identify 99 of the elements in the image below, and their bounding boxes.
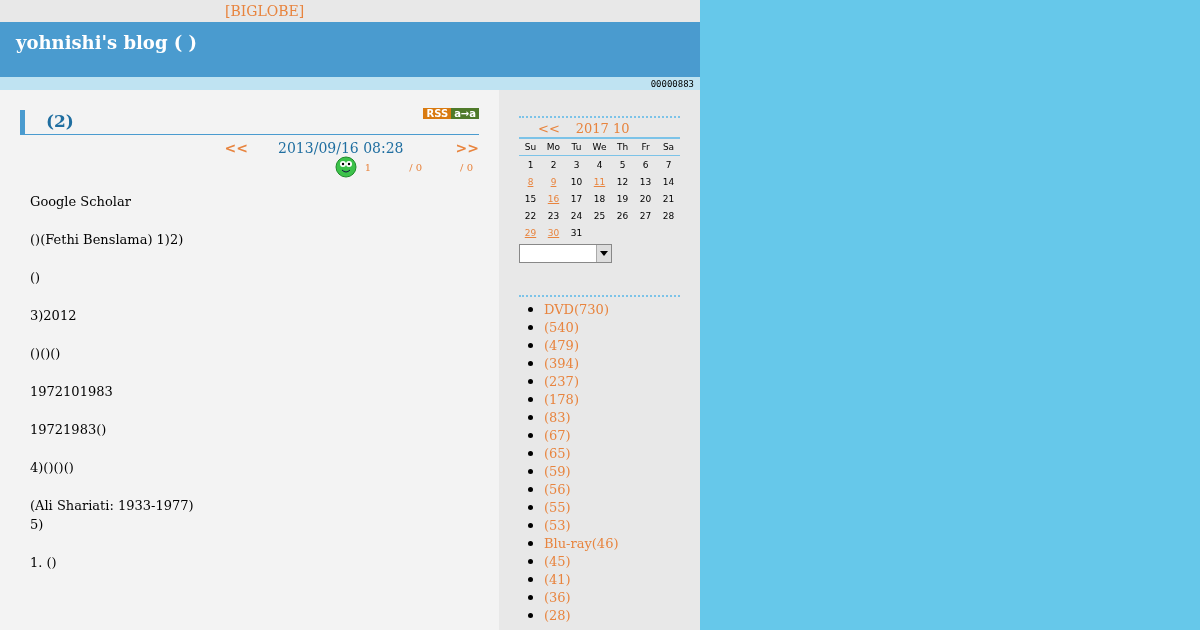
category-link[interactable]: (65) xyxy=(544,445,571,461)
day-number: 7 xyxy=(665,159,672,170)
category-link[interactable]: (45) xyxy=(544,553,571,569)
blog-title[interactable]: yohnishi's blog ( ) xyxy=(16,32,198,53)
day-number: 4 xyxy=(596,159,603,170)
category-link[interactable]: (55) xyxy=(544,499,571,515)
category-link[interactable]: (36) xyxy=(544,589,571,605)
entry-title: (2) xyxy=(46,111,74,131)
day-link[interactable]: 29 xyxy=(524,227,537,238)
bullet-icon xyxy=(528,522,533,528)
day-number: 1 xyxy=(527,159,534,170)
day-link[interactable]: 11 xyxy=(593,176,606,187)
day-link[interactable]: 16 xyxy=(547,193,560,204)
category-link[interactable]: (59) xyxy=(544,463,571,479)
face-icon xyxy=(334,156,357,178)
day-number: 31 xyxy=(570,227,583,238)
category-link[interactable]: (237) xyxy=(544,373,579,389)
archive-dropdown[interactable] xyxy=(519,244,612,263)
day-link[interactable]: 9 xyxy=(550,176,557,187)
previous-entry-link[interactable]: << xyxy=(224,140,249,156)
stat-count[interactable]: 1 xyxy=(364,161,372,173)
biglobe-link[interactable]: [BIGLOBE] xyxy=(225,3,305,19)
day-number: 15 xyxy=(524,193,537,204)
category-link[interactable]: (28) xyxy=(544,607,571,623)
day-number: 28 xyxy=(662,210,675,221)
bullet-icon xyxy=(528,468,533,474)
day-number: 22 xyxy=(524,210,537,221)
bullet-icon xyxy=(528,378,533,384)
day-number: 25 xyxy=(593,210,606,221)
day-number: 26 xyxy=(616,210,629,221)
entry-date: 2013/09/16 08:28 xyxy=(278,140,404,156)
weekday-label: Su xyxy=(524,142,537,152)
bullet-icon xyxy=(528,306,533,312)
bullet-icon xyxy=(528,576,533,582)
body-paragraph: ()(Fethi Benslama) 1)2) xyxy=(30,231,185,249)
day-number: 13 xyxy=(639,176,652,187)
bullet-icon xyxy=(528,324,533,330)
day-link[interactable]: 8 xyxy=(527,176,534,187)
category-link[interactable]: (178) xyxy=(544,391,579,407)
next-entry-link[interactable]: >> xyxy=(455,140,479,156)
body-paragraph: 1972101983 xyxy=(30,383,114,401)
weekday-label: Th xyxy=(616,142,629,152)
category-link[interactable]: (540) xyxy=(544,319,579,335)
caret-icon xyxy=(600,251,608,256)
category-link[interactable]: (67) xyxy=(544,427,571,443)
day-number: 24 xyxy=(570,210,583,221)
visit-counter: 00000883 xyxy=(650,78,694,89)
day-number: 10 xyxy=(570,176,583,187)
calendar-month: 2017 10 xyxy=(575,120,630,137)
day-number: 6 xyxy=(642,159,649,170)
day-number: 3 xyxy=(573,159,580,170)
day-number: 20 xyxy=(639,193,652,204)
category-link[interactable]: (41) xyxy=(544,571,571,587)
day-number: 12 xyxy=(616,176,629,187)
category-link[interactable]: (479) xyxy=(544,337,579,353)
bullet-icon xyxy=(528,558,533,564)
bullet-icon xyxy=(528,504,533,510)
bullet-icon xyxy=(528,360,533,366)
weekday-label: Tu xyxy=(571,142,582,152)
day-number: 27 xyxy=(639,210,652,221)
bullet-icon xyxy=(528,414,533,420)
day-number: 18 xyxy=(593,193,606,204)
day-number: 5 xyxy=(619,159,626,170)
body-paragraph: 19721983() xyxy=(30,421,108,439)
category-link[interactable]: (83) xyxy=(544,409,571,425)
stat-count[interactable]: / 0 xyxy=(409,161,423,173)
day-number: 14 xyxy=(662,176,675,187)
day-number: 21 xyxy=(662,193,675,204)
category-link[interactable]: (394) xyxy=(544,355,579,371)
stat-count[interactable]: / 0 xyxy=(460,161,473,173)
day-number: 17 xyxy=(570,193,583,204)
body-paragraph: 1. () xyxy=(30,554,58,572)
bullet-icon xyxy=(528,486,533,492)
category-link[interactable]: Blu-ray(46) xyxy=(544,535,619,551)
bullet-icon xyxy=(528,396,533,402)
day-link[interactable]: 30 xyxy=(547,227,560,238)
bullet-icon xyxy=(528,432,533,438)
body-paragraph: (Ali Shariati: 1933-1977) 5) xyxy=(30,497,195,534)
body-paragraph: () xyxy=(30,269,42,287)
body-paragraph: 3)2012 xyxy=(30,307,78,325)
bullet-icon xyxy=(528,594,533,600)
body-paragraph: Google Scholar xyxy=(30,193,132,211)
category-link[interactable]: (53) xyxy=(544,517,571,533)
body-paragraph: 4)()()() xyxy=(30,459,75,477)
category-link[interactable]: (56) xyxy=(544,481,571,497)
day-number: 23 xyxy=(547,210,560,221)
weekday-label: We xyxy=(592,142,607,152)
bullet-icon xyxy=(528,450,533,456)
body-paragraph: ()()() xyxy=(30,345,62,363)
weekday-label: Mo xyxy=(546,142,561,152)
weekday-label: Sa xyxy=(662,142,675,152)
day-number: 2 xyxy=(550,159,557,170)
category-link[interactable]: DVD(730) xyxy=(544,301,609,317)
bullet-icon xyxy=(528,612,533,618)
bullet-icon xyxy=(528,540,533,546)
day-number: 19 xyxy=(616,193,629,204)
bullet-icon xyxy=(528,342,533,348)
previous-month-link[interactable]: << xyxy=(538,120,560,137)
weekday-label: Fr xyxy=(641,142,650,152)
